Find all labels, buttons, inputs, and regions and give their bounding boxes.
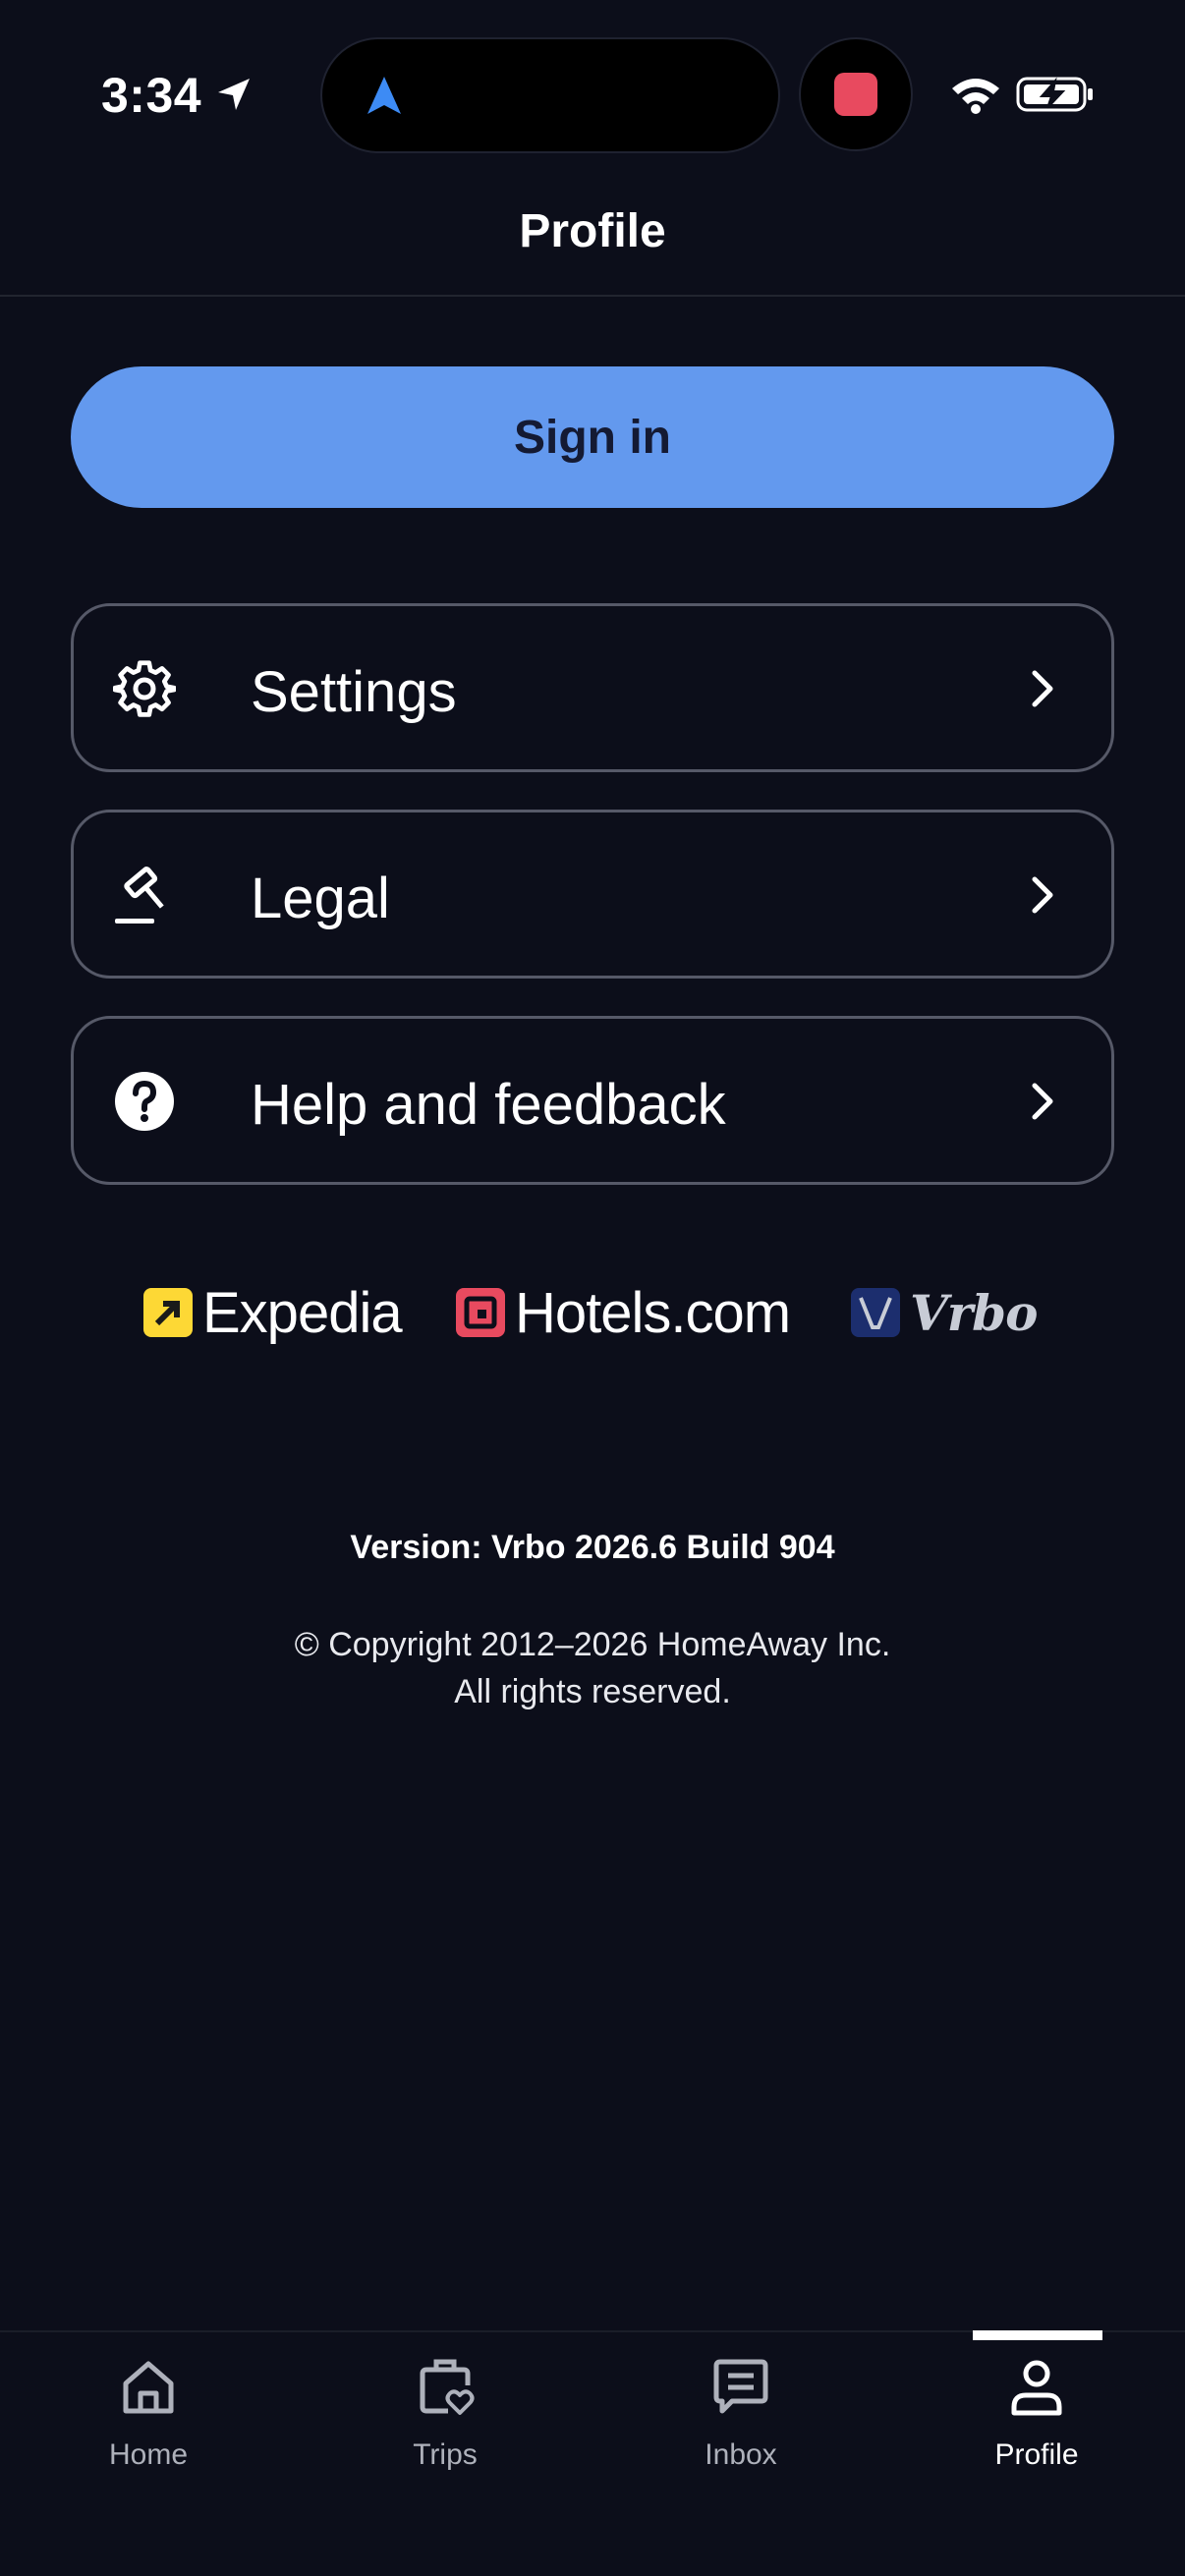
nav-profile[interactable]: Profile xyxy=(888,2332,1185,2499)
page-title: Profile xyxy=(519,205,666,257)
app-version: Version: Vrbo 2026.6 Build 904 xyxy=(350,1529,835,1566)
vrbo-logo-mark-icon xyxy=(851,1288,900,1337)
dynamic-island xyxy=(320,37,780,153)
vrbo-logo: Vrbo xyxy=(851,1273,1038,1352)
trips-icon xyxy=(420,2359,475,2415)
navigation-arrow-icon xyxy=(367,77,401,114)
nav-inbox[interactable]: Inbox xyxy=(592,2332,889,2499)
nav-trips[interactable]: Trips xyxy=(297,2332,593,2499)
hotels-logo-mark-icon xyxy=(456,1288,505,1337)
settings-row[interactable]: Settings xyxy=(71,603,1114,772)
gear-icon xyxy=(113,660,176,717)
legal-label: Legal xyxy=(251,867,390,930)
home-icon xyxy=(123,2361,174,2414)
legal-row[interactable]: Legal xyxy=(71,810,1114,979)
help-feedback-label: Help and feedback xyxy=(251,1073,726,1137)
help-feedback-row[interactable]: Help and feedback xyxy=(71,1016,1114,1185)
expedia-logo-mark-icon xyxy=(143,1288,193,1337)
inbox-icon xyxy=(713,2359,768,2414)
expedia-logo: Expedia xyxy=(143,1273,403,1352)
battery-charging-icon xyxy=(1016,77,1093,112)
question-circle-icon xyxy=(115,1072,174,1131)
chevron-right-icon xyxy=(1032,876,1053,914)
copyright-notice: © Copyright 2012–2026 HomeAway Inc. All … xyxy=(0,1621,1185,1715)
brand-logos: Expedia Hotels.com Vrbo xyxy=(0,1273,1185,1352)
chevron-right-icon xyxy=(1032,1083,1053,1120)
profile-screen: 3:34 Profile Sign in Settings Legal Help… xyxy=(0,0,1185,2576)
settings-label: Settings xyxy=(251,660,457,724)
location-arrow-icon xyxy=(218,79,250,110)
wifi-icon xyxy=(952,79,999,114)
page-header: Profile xyxy=(0,187,1185,297)
hotels-com-logo: Hotels.com xyxy=(456,1273,791,1352)
copyright-line-2: All rights reserved. xyxy=(454,1673,731,1710)
nav-home[interactable]: Home xyxy=(0,2332,297,2499)
gavel-icon xyxy=(115,867,164,924)
sign-in-button[interactable]: Sign in xyxy=(71,366,1114,508)
bottom-navigation: Home Trips Inbox Profile xyxy=(0,2330,1185,2576)
live-activity-icon xyxy=(799,37,913,151)
status-time: 3:34 xyxy=(101,68,202,123)
status-bar: 3:34 xyxy=(0,0,1185,187)
copyright-line-1: © Copyright 2012–2026 HomeAway Inc. xyxy=(294,1626,891,1663)
profile-icon xyxy=(1011,2360,1062,2416)
chevron-right-icon xyxy=(1032,670,1053,707)
